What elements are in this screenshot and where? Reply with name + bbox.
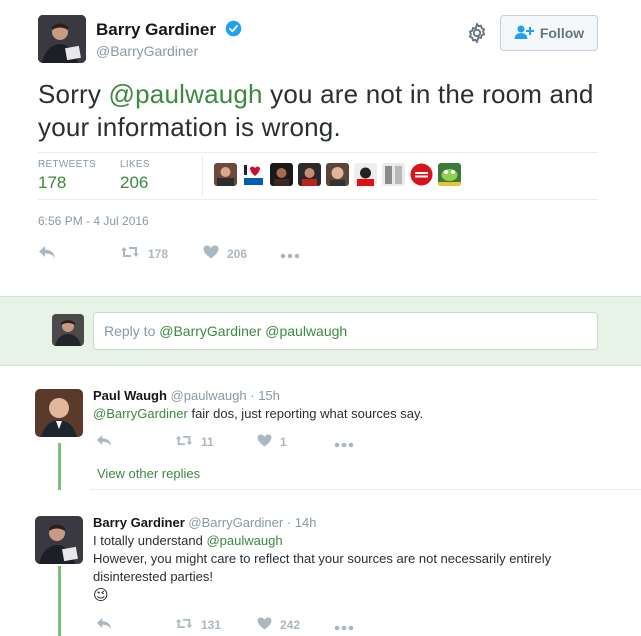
reply-input[interactable]: Reply to @BarryGardiner @paulwaugh [93,312,598,350]
retweet-icon [175,434,193,450]
more-options-button[interactable] [334,620,354,634]
avatar[interactable] [38,15,86,63]
like-count: 242 [280,618,301,632]
reply-button[interactable] [96,617,112,633]
divider [90,489,641,490]
reply-line-1-prefix: I totally understand [93,533,207,548]
retweet-icon [175,617,193,633]
reply-icon [96,434,112,450]
tweet-mention-link[interactable]: @paulwaugh [109,79,263,109]
reply-composer: Reply to @BarryGardiner @paulwaugh [0,296,641,366]
retweet-count: 11 [201,435,214,449]
main-tweet: Barry Gardiner @BarryGardiner Follow Sor… [0,0,641,296]
reply-text: I totally understand @paulwaugh However,… [93,532,613,606]
liker-avatar[interactable] [354,163,377,186]
like-count: 1 [280,435,287,449]
more-options-button[interactable] [334,437,354,451]
thread-connector [58,566,61,636]
like-button[interactable]: 242 [257,617,300,633]
reply-avatar[interactable] [35,516,83,564]
follow-label: Follow [539,25,585,41]
liker-avatar[interactable] [242,163,265,186]
reply-author-name[interactable]: Barry Gardiner [93,515,185,530]
more-icon [280,248,300,262]
verified-icon [225,20,242,42]
reply-icon [96,617,112,633]
reply-placeholder-mentions: @BarryGardiner @paulwaugh [159,323,348,339]
like-button[interactable]: 1 [257,434,287,450]
reply-mention-link[interactable]: @paulwaugh [206,533,282,548]
author-handle[interactable]: @BarryGardiner [96,43,198,59]
add-user-icon [514,24,534,43]
follow-button[interactable]: Follow [500,15,598,51]
reply-author-handle[interactable]: @paulwaugh [171,388,247,403]
reply-time[interactable]: · 15h [250,388,280,403]
reply-avatar[interactable] [35,389,83,437]
retweet-button[interactable]: 131 [175,617,221,633]
reply-author-name[interactable]: Paul Waugh [93,388,167,403]
divider [38,152,598,153]
reply-button[interactable] [38,245,56,262]
reply-header: Barry Gardiner @BarryGardiner · 14h [93,515,317,530]
stat-separator [202,156,203,196]
retweets-label: RETWEETS [38,159,96,170]
likes-count[interactable]: 206 [120,173,148,193]
heart-icon [257,434,272,450]
tweet-timestamp[interactable]: 6:56 PM - 4 Jul 2016 [38,214,149,228]
author-name[interactable]: Barry Gardiner [96,20,242,42]
reply-line-1: I totally understand @paulwaugh [93,532,613,550]
liker-avatar[interactable] [326,163,349,186]
retweets-count[interactable]: 178 [38,173,66,193]
reply-mention-link[interactable]: @BarryGardiner [93,406,188,421]
like-button[interactable]: 206 [203,245,247,262]
view-other-replies-link[interactable]: View other replies [97,466,200,481]
reply-icon [38,245,56,262]
heart-icon [203,245,219,262]
reply-header: Paul Waugh @paulwaugh · 15h [93,388,280,403]
reply-placeholder-prefix: Reply to [104,323,156,339]
thread-connector [58,443,61,490]
divider [38,199,598,200]
reply-line-2: However, you might care to reflect that … [93,551,552,584]
author-name-text[interactable]: Barry Gardiner [96,20,216,39]
reply-text: @BarryGardiner fair dos, just reporting … [93,405,613,423]
more-icon [334,620,354,634]
likes-label: LIKES [120,159,150,170]
liker-avatar[interactable] [438,163,461,186]
reply-text-body: fair dos, just reporting what sources sa… [187,406,424,421]
tweet-text: Sorry @paulwaugh you are not in the room… [38,78,618,144]
more-options-button[interactable] [280,248,300,262]
more-icon [334,437,354,451]
reply-time[interactable]: · 14h [287,515,317,530]
heart-icon [257,617,272,633]
liker-avatar[interactable] [410,163,433,186]
liker-avatar[interactable] [214,163,237,186]
gear-icon[interactable] [466,22,488,44]
retweet-count: 178 [148,246,169,261]
retweet-icon [120,245,140,262]
retweet-button[interactable]: 178 [120,245,168,262]
liker-avatar[interactable] [270,163,293,186]
wink-emoji: 😉 [93,587,109,604]
reply-action-bar: 11 1 [93,434,393,452]
like-count: 206 [227,246,248,261]
liker-avatar[interactable] [382,163,405,186]
reply-button[interactable] [96,434,112,450]
current-user-avatar[interactable] [52,314,84,346]
retweet-button[interactable]: 11 [175,434,214,450]
reply-action-bar: 131 242 [93,617,393,635]
retweet-count: 131 [201,618,222,632]
liker-avatars [214,163,461,186]
reply-author-handle[interactable]: @BarryGardiner [188,515,283,530]
liker-avatar[interactable] [298,163,321,186]
tweet-text-prefix: Sorry [38,79,109,109]
tweet-action-bar: 178 206 [38,245,338,265]
